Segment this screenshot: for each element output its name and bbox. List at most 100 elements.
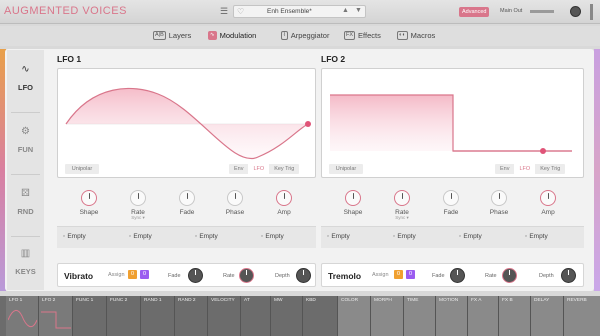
main-volume-knob[interactable] — [570, 6, 581, 17]
mod-tab-func1[interactable]: FUNC 1 — [73, 296, 107, 336]
vibrato-fade-label: Fade — [168, 273, 181, 279]
tremolo-fade-knob[interactable] — [450, 268, 465, 283]
mod-tab-rand2[interactable]: RAND 2 — [175, 296, 208, 336]
lfo2-mode-keytrig[interactable]: Key Trig — [535, 164, 565, 174]
tab-modulation[interactable]: ∿ Modulation — [208, 31, 256, 40]
preset-selector[interactable]: ♡ Enh Ensemble* ▲ ▼ — [233, 5, 366, 18]
hamburger-icon[interactable]: ☰ — [220, 6, 228, 17]
lfo2-phase-label: Phase — [489, 209, 509, 216]
lfo1-phase-knob[interactable] — [227, 190, 243, 206]
tab-macros[interactable]: ◐◐ Macros — [397, 31, 435, 40]
mod-tab-fxb[interactable]: FX B — [499, 296, 531, 336]
layers-icon: A|B — [153, 31, 166, 40]
lfo1-rate-knob[interactable] — [130, 190, 146, 206]
lfo2-phase-knob[interactable] — [491, 190, 507, 206]
mod-tab-lfo1[interactable]: LFO 1 — [6, 296, 39, 336]
mod-tab-mw[interactable]: MW — [271, 296, 303, 336]
tremolo-rate-knob[interactable] — [502, 268, 517, 283]
vibrato-fade-knob[interactable] — [188, 268, 203, 283]
lfo1-amp-knob[interactable] — [276, 190, 292, 206]
tremolo-depth-knob[interactable] — [561, 268, 576, 283]
mod-tab-rand1[interactable]: RAND 1 — [141, 296, 175, 336]
slot-dot-icon: ◦ — [195, 233, 198, 240]
tab-arpeggiator[interactable]: ⌇ Arpeggiator — [281, 31, 329, 40]
lfo2-mode-lfo[interactable]: LFO — [514, 164, 536, 174]
lfo2-slot-1[interactable]: ◦ Empty — [327, 233, 350, 240]
lfo1-title: LFO 1 — [57, 54, 82, 64]
sidebar-item-lfo[interactable]: ∿ LFO — [7, 64, 44, 92]
sidebar-item-rnd[interactable]: ⚄ RND — [7, 188, 44, 216]
lfo2-slot-4[interactable]: ◦ Empty — [525, 233, 548, 240]
lfo1-mode-env[interactable]: Env — [229, 164, 248, 174]
slot-dot-icon: ◦ — [525, 233, 528, 240]
mod-tab-lfo2[interactable]: LFO 2 — [39, 296, 73, 336]
chevron-up-icon[interactable]: ▲ — [342, 7, 349, 14]
lfo2-display[interactable]: Unipolar Env LFO Key Trig — [321, 68, 584, 178]
lfo1-mode-keytrig[interactable]: Key Trig — [269, 164, 299, 174]
effects-icon: FX — [344, 31, 356, 40]
vibrato-assign-chip-2[interactable]: 0 — [140, 270, 149, 279]
vibrato-rate-knob[interactable] — [239, 268, 254, 283]
vibrato-rate-label: Rate — [223, 273, 235, 279]
mod-tab-reverb[interactable]: REVERB — [564, 296, 600, 336]
lfo1-slot-3[interactable]: ◦ Empty — [195, 233, 218, 240]
heart-icon[interactable]: ♡ — [237, 7, 244, 16]
lfo2-fade-knob[interactable] — [443, 190, 459, 206]
tab-layers[interactable]: A|B Layers — [153, 31, 191, 40]
lfo2-fade-label: Fade — [443, 209, 459, 216]
sine-wave-icon: ∿ — [21, 64, 30, 75]
advanced-button[interactable]: Advanced — [459, 7, 490, 17]
lfo1-slot-2[interactable]: ◦ Empty — [129, 233, 152, 240]
mod-tab-at[interactable]: AT — [241, 296, 271, 336]
top-bar: AUGMENTED VOICES ☰ ♡ Enh Ensemble* ▲ ▼ A… — [0, 0, 600, 24]
lfo2-shape-label: Shape — [343, 209, 363, 216]
tremolo-assign-chip-2[interactable]: 0 — [406, 270, 415, 279]
mod-tab-fxa[interactable]: FX A — [468, 296, 499, 336]
tremolo-fade-label: Fade — [432, 273, 445, 279]
lfo2-mod-slots: ◦ Empty ◦ Empty ◦ Empty ◦ Empty — [321, 226, 584, 248]
tremolo-assign-chip-1[interactable]: 0 — [394, 270, 403, 279]
mod-source-strip: LFO 1 LFO 2 FUNC 1 FUNC 2 RAND 1 RAND 2 … — [0, 296, 600, 336]
lfo1-shape-knob[interactable] — [81, 190, 97, 206]
mod-tab-motion[interactable]: MOTION — [436, 296, 468, 336]
lfo2-rate-knob[interactable] — [394, 190, 410, 206]
app-logo: AUGMENTED VOICES — [4, 5, 127, 17]
lfo2-unipolar-button[interactable]: Unipolar — [329, 164, 363, 174]
lfo1-mode-lfo[interactable]: LFO — [248, 164, 270, 174]
vibrato-depth-knob[interactable] — [296, 268, 311, 283]
vibrato-assign-label: Assign — [108, 272, 125, 278]
vibrato-depth-label: Depth — [275, 273, 290, 279]
lfo1-mode-selector: Env LFO Key Trig — [229, 164, 300, 174]
chevron-down-icon[interactable]: ▼ — [355, 7, 362, 14]
tab-effects[interactable]: FX Effects — [344, 31, 381, 40]
mod-tab-morph[interactable]: MORPH — [371, 296, 404, 336]
lfo1-slot-1[interactable]: ◦ Empty — [63, 233, 86, 240]
vibrato-assign-chip-1[interactable]: 0 — [128, 270, 137, 279]
sidebar-item-keys[interactable]: ▥ KEYS — [7, 248, 44, 276]
lfo2-amp-knob[interactable] — [540, 190, 556, 206]
lfo1-rate-sync[interactable]: Sync ▾ — [118, 215, 158, 221]
lfo2-shape-knob[interactable] — [345, 190, 361, 206]
mod-tab-velocity[interactable]: VELOCITY — [208, 296, 241, 336]
mod-tab-func2[interactable]: FUNC 2 — [107, 296, 141, 336]
lfo2-slot-3[interactable]: ◦ Empty — [459, 233, 482, 240]
tremolo-depth-label: Depth — [539, 273, 554, 279]
mod-tab-delay[interactable]: DELAY — [531, 296, 564, 336]
lfo1-fade-label: Fade — [179, 209, 195, 216]
lfo2-rate-sync[interactable]: Sync ▾ — [382, 215, 422, 221]
lfo1-slot-4[interactable]: ◦ Empty — [261, 233, 284, 240]
lfo1-display[interactable]: Unipolar Env LFO Key Trig — [57, 68, 316, 178]
arpeggiator-icon: ⌇ — [281, 31, 288, 40]
sidebar-item-fun[interactable]: ⚙ FUN — [7, 126, 44, 154]
slot-dot-icon: ◦ — [63, 233, 66, 240]
tremolo-rate-label: Rate — [485, 273, 497, 279]
slot-dot-icon: ◦ — [393, 233, 396, 240]
mod-tab-kbd[interactable]: KBD — [303, 296, 338, 336]
mod-tab-time[interactable]: TIME — [404, 296, 436, 336]
mod-tab-color[interactable]: COLOR — [338, 296, 371, 336]
lfo1-unipolar-button[interactable]: Unipolar — [65, 164, 99, 174]
lfo2-mode-env[interactable]: Env — [495, 164, 514, 174]
lfo2-slot-2[interactable]: ◦ Empty — [393, 233, 416, 240]
lfo1-fade-knob[interactable] — [179, 190, 195, 206]
function-icon: ⚙ — [21, 126, 30, 137]
